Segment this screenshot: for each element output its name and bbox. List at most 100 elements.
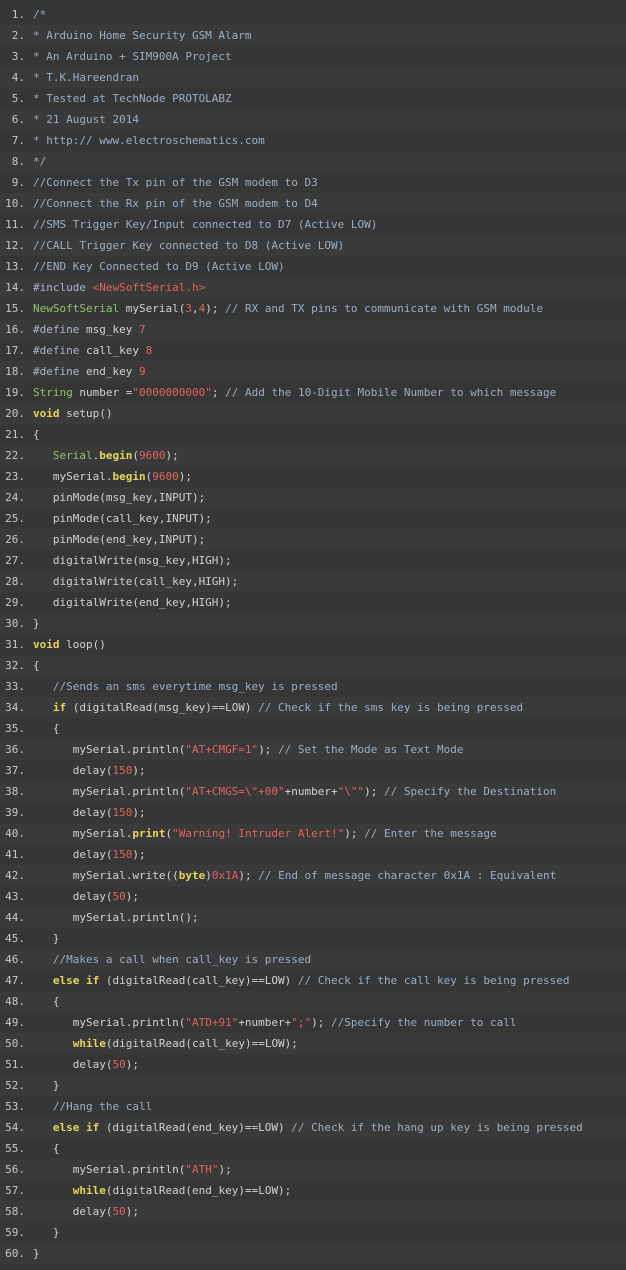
line-number: 47. — [5, 974, 25, 987]
code-line: 58. delay(50); — [0, 1201, 626, 1222]
line-number: 35. — [5, 722, 25, 735]
code-text: //Connect the Rx pin of the GSM modem to… — [33, 193, 318, 214]
code-line: 55. { — [0, 1138, 626, 1159]
code-token: * T.K.Hareendran — [33, 71, 139, 84]
line-number: 12. — [5, 239, 25, 252]
code-token: +number+ — [284, 785, 338, 798]
code-token: * Tested at TechNode PROTOLABZ — [33, 92, 232, 105]
line-number: 54. — [5, 1121, 25, 1134]
line-number: 9. — [11, 176, 25, 189]
line-number: 32. — [5, 659, 25, 672]
code-token: ); — [364, 785, 385, 798]
code-line: 10. //Connect the Rx pin of the GSM modem… — [0, 193, 626, 214]
line-number: 58. — [5, 1205, 25, 1218]
code-text: //SMS Trigger Key/Input connected to D7 … — [33, 214, 377, 235]
line-number: 11. — [5, 218, 25, 231]
code-text: digitalWrite(msg_key,HIGH); — [33, 550, 232, 571]
code-text: } — [33, 1243, 40, 1264]
code-token: 9600 — [152, 470, 179, 483]
code-token: #define — [33, 344, 86, 357]
code-text: delay(150); — [33, 844, 146, 865]
code-token: mySerial.println( — [33, 743, 186, 756]
code-line: 45. } — [0, 928, 626, 949]
code-text: * T.K.Hareendran — [33, 67, 139, 88]
code-text: else if (digitalRead(call_key)==LOW) // … — [33, 970, 570, 991]
code-token: //Connect the Rx pin of the GSM modem to… — [33, 197, 318, 210]
code-token: mySerial.println( — [33, 785, 186, 798]
line-number: 51. — [5, 1058, 25, 1071]
code-token: ); — [238, 869, 259, 882]
code-text: #define end_key 9 — [33, 361, 146, 382]
code-text: { — [33, 655, 40, 676]
code-token: loop() — [59, 638, 106, 651]
code-token: // Check if the call key is being presse… — [297, 974, 570, 987]
code-token: (digitalRead(call_key)==LOW); — [105, 1037, 298, 1050]
code-token: // RX and TX pins to communicate with GS… — [225, 302, 543, 315]
code-text: { — [33, 1138, 60, 1159]
code-token: else if — [52, 1121, 100, 1134]
code-text: digitalWrite(call_key,HIGH); — [33, 571, 238, 592]
code-text: } — [33, 613, 40, 634]
code-token: // Check if the sms key is being pressed — [258, 701, 524, 714]
line-number: 56. — [5, 1163, 25, 1176]
code-token: //END Key Connected to D9 (Active LOW) — [33, 260, 285, 273]
code-token: // Specify the Destination — [384, 785, 557, 798]
line-number: 24. — [5, 491, 25, 504]
code-line: 9. //Connect the Tx pin of the GSM modem … — [0, 172, 626, 193]
code-line: 8. */ — [0, 151, 626, 172]
code-token: 150 — [112, 848, 133, 861]
code-line: 37. delay(150); — [0, 760, 626, 781]
code-line: 4. * T.K.Hareendran — [0, 67, 626, 88]
line-number: 20. — [5, 407, 25, 420]
code-text: delay(150); — [33, 802, 146, 823]
line-number: 21. — [5, 428, 25, 441]
code-token: ";" — [291, 1016, 312, 1029]
line-number: 30. — [5, 617, 25, 630]
code-token: // Check if the hang up key is being pre… — [291, 1121, 583, 1134]
code-token: else if — [52, 974, 100, 987]
code-token: */ — [33, 155, 47, 168]
code-line: 30.} — [0, 613, 626, 634]
code-token: // Set the Mode as Text Mode — [278, 743, 464, 756]
code-token: number = — [72, 386, 133, 399]
code-token: digitalWrite(msg_key,HIGH); — [33, 554, 232, 567]
code-token: 9 — [138, 365, 146, 378]
code-text: String number ="0000000000"; // Add the … — [33, 382, 556, 403]
code-token: 0x1A — [211, 869, 239, 882]
code-token: mySerial. — [33, 827, 133, 840]
line-number: 50. — [5, 1037, 25, 1050]
code-text: } — [33, 1075, 60, 1096]
code-text: //END Key Connected to D9 (Active LOW) — [33, 256, 285, 277]
code-token: delay( — [33, 1205, 113, 1218]
line-number: 38. — [5, 785, 25, 798]
code-line: 3. * An Arduino + SIM900A Project — [0, 46, 626, 67]
code-token: String — [33, 386, 73, 399]
code-text: #define msg_key 7 — [33, 319, 146, 340]
code-line: 35. { — [0, 718, 626, 739]
code-text: mySerial.println("AT+CMGF=1"); // Set th… — [33, 739, 464, 760]
code-text: pinMode(msg_key,INPUT); — [33, 487, 205, 508]
code-token: 7 — [138, 323, 146, 336]
code-token: * Arduino Home Security GSM Alarm — [33, 29, 252, 42]
code-token: #include — [33, 281, 93, 294]
code-line: 36. mySerial.println("AT+CMGF=1"); // Se… — [0, 739, 626, 760]
code-token: print — [132, 827, 166, 840]
code-token: ); — [218, 1163, 232, 1176]
code-token: ); — [205, 302, 226, 315]
code-line: 18. #define end_key 9 — [0, 361, 626, 382]
code-text: { — [33, 991, 60, 1012]
code-token: { — [33, 722, 60, 735]
code-token: "ATD+91" — [185, 1016, 239, 1029]
code-token: ); — [178, 470, 192, 483]
code-token: * An Arduino + SIM900A Project — [33, 50, 232, 63]
code-text: mySerial.begin(9600); — [33, 466, 192, 487]
line-number: 57. — [5, 1184, 25, 1197]
line-number: 60. — [5, 1247, 25, 1260]
line-number: 49. — [5, 1016, 25, 1029]
code-token: call_key — [85, 344, 146, 357]
code-token: 150 — [112, 806, 133, 819]
